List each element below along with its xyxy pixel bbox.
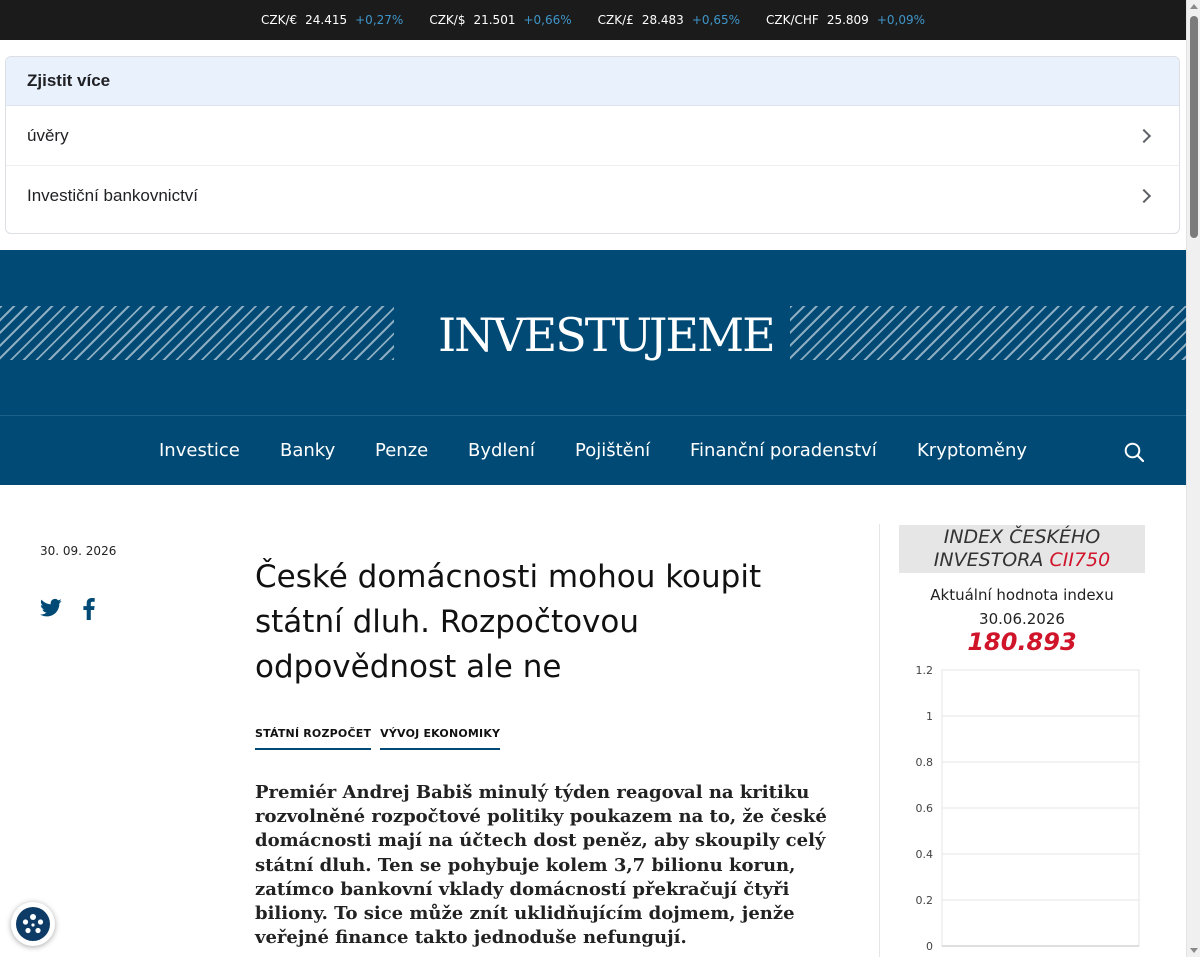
nav-item-pojisteni[interactable]: Pojištění <box>575 440 650 461</box>
article-title: České domácnosti mohou koupit státní dlu… <box>255 559 762 685</box>
cookie-settings-button[interactable] <box>11 902 55 946</box>
chart-y-tick-label: 0.8 <box>916 756 934 769</box>
learn-more-heading: Zjistit více <box>6 57 1179 106</box>
index-widget-heading: INDEX ČESKÉHO INVESTORA CII750 <box>899 525 1145 573</box>
ticker-item-gbp: CZK/£ 28.483 +0,65% <box>598 13 740 27</box>
page-scrollbar[interactable] <box>1186 0 1200 957</box>
search-icon[interactable] <box>1124 442 1144 462</box>
sidebar-divider <box>879 524 880 957</box>
learn-more-item-label: úvěry <box>27 125 69 145</box>
scroll-up-arrow-icon[interactable] <box>1190 4 1198 9</box>
nav-item-financni-poradenstvi[interactable]: Finanční poradenství <box>690 440 877 461</box>
facebook-icon[interactable] <box>82 598 96 620</box>
article-date: 30. 09. 2026 <box>40 544 117 558</box>
nav-item-investice[interactable]: Investice <box>159 440 240 461</box>
nav-item-bydleni[interactable]: Bydlení <box>468 440 535 461</box>
site-logo[interactable]: INVESTUJEME <box>438 308 776 362</box>
index-chart: 1.2 1 0.8 0.6 0.4 0.2 0 <box>916 664 1140 953</box>
index-value: 180.893 <box>967 628 1077 656</box>
chevron-right-icon <box>1136 128 1152 143</box>
nav-item-banky[interactable]: Banky <box>280 440 335 461</box>
ticker-value: 28.483 <box>641 13 684 27</box>
learn-more-item-label: Investiční bankovnictví <box>27 186 199 205</box>
tag-vyvoj-ekonomiky[interactable]: VÝVOJ EKONOMIKY <box>380 727 501 750</box>
learn-more-item-investment-banking[interactable]: Investiční bankovnictví <box>6 166 1179 226</box>
decorative-stripes-right <box>790 306 1186 360</box>
ticker-pair-label: CZK/€ <box>260 13 298 27</box>
index-heading-line2: INVESTORA <box>933 549 1044 571</box>
ticker-change: +0,65% <box>691 13 740 27</box>
index-code: CII750 <box>1049 549 1111 571</box>
ticker-pair-label: CZK/$ <box>429 13 466 27</box>
ticker-item-chf: CZK/CHF 25.809 +0,09% <box>766 13 925 27</box>
ticker-change: +0,66% <box>523 13 572 27</box>
nav-item-kryptomeny[interactable]: Kryptoměny <box>917 440 1027 461</box>
twitter-icon[interactable] <box>40 598 62 618</box>
tag-statni-rozpocet[interactable]: STÁTNÍ ROZPOČET <box>255 727 372 750</box>
ticker-item-eur: CZK/€ 24.415 +0,27% <box>261 13 403 27</box>
article-perex: Premiér Andrej Babiš minulý týden reagov… <box>255 782 827 949</box>
chart-y-tick-label: 0.4 <box>916 848 934 861</box>
main-nav: Investice Banky Penze Bydlení Pojištění … <box>0 415 1186 485</box>
nav-item-penze[interactable]: Penze <box>375 440 428 461</box>
index-label: Aktuální hodnota indexu <box>930 586 1114 604</box>
ticker-item-usd: CZK/$ 21.501 +0,66% <box>429 13 571 27</box>
ticker-value: 25.809 <box>826 13 869 27</box>
index-heading-line1: INDEX ČESKÉHO <box>943 526 1101 548</box>
cookie-icon <box>16 907 50 941</box>
ticker-pair-label: CZK/CHF <box>766 13 819 27</box>
ticker-value: 24.415 <box>305 13 348 27</box>
ticker-change: +0,09% <box>876 13 926 27</box>
learn-more-item-loans[interactable]: úvěry <box>6 106 1179 166</box>
ticker-change: +0,27% <box>355 13 404 27</box>
ticker-value: 21.501 <box>473 13 516 27</box>
chart-y-tick-label: 0 <box>926 940 933 953</box>
currency-ticker: CZK/€ 24.415 +0,27% CZK/$ 21.501 +0,66% … <box>0 0 1186 40</box>
chart-y-tick-label: 0.2 <box>916 894 934 907</box>
decorative-stripes-left <box>0 306 394 360</box>
learn-more-panel: Zjistit více úvěry Investiční bankovnict… <box>5 56 1180 234</box>
chart-y-tick-label: 1 <box>926 710 933 723</box>
brand-banner: INVESTUJEME <box>0 250 1186 415</box>
index-widget-subtitle: Aktuální hodnota indexu 30.06.2026 <box>899 583 1145 631</box>
chart-y-tick-label: 0.6 <box>916 802 934 815</box>
ticker-pair-label: CZK/£ <box>597 13 634 27</box>
scrollbar-thumb[interactable] <box>1190 16 1198 238</box>
article-tags: STÁTNÍ ROZPOČET VÝVOJ EKONOMIKY <box>255 727 501 750</box>
chart-y-tick-label: 1.2 <box>916 664 934 677</box>
scroll-down-arrow-icon[interactable] <box>1190 948 1198 953</box>
chevron-right-icon <box>1136 188 1152 204</box>
